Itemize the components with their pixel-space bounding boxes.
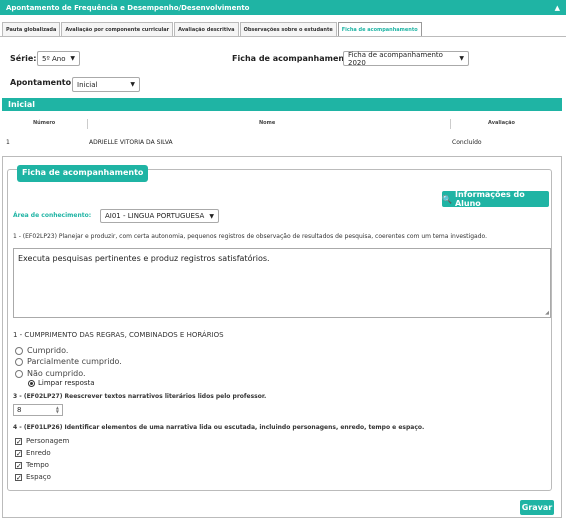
chevron-down-icon: ▼ — [459, 55, 464, 62]
chevron-down-icon: ▼ — [70, 55, 75, 62]
checkbox-enredo[interactable]: ✓ Enredo — [15, 449, 51, 457]
radio-label: Parcialmente cumprido. — [27, 357, 122, 366]
radio-option-nao-cumprido[interactable]: Não cumprido. — [15, 369, 86, 378]
resize-handle-icon[interactable]: ◢ — [545, 310, 549, 316]
column-header-nome: Nome — [259, 120, 276, 126]
column-divider — [450, 119, 451, 129]
radio-label: Cumprido. — [27, 346, 69, 355]
section-title-bar: Inicial — [2, 98, 562, 111]
apontamento-label: Apontamento: — [10, 78, 75, 87]
checkbox-checked-icon[interactable]: ✓ — [15, 461, 22, 469]
ficha-label: Ficha de acompanhamento: — [232, 54, 357, 63]
checkbox-label: Personagem — [26, 437, 70, 445]
radio-option-cumprido[interactable]: Cumprido. — [15, 346, 68, 355]
question-3-value: 8 — [17, 406, 22, 414]
radio-icon[interactable] — [15, 369, 23, 378]
tab-divider — [0, 36, 566, 37]
area-conhecimento-select[interactable]: AI01 - LINGUA PORTUGUESA ▼ — [100, 209, 219, 223]
tab-pauta-globalizada[interactable]: Pauta globalizada — [2, 22, 61, 37]
ficha-legend: Ficha de acompanhamento — [17, 165, 149, 182]
question-2-title: 1 - CUMPRIMENTO DAS REGRAS, COMBINADOS E… — [13, 331, 224, 339]
apontamento-select-value: Inicial — [77, 80, 98, 89]
tab-ficha-acompanhamento[interactable]: Ficha de acompanhamento — [337, 22, 422, 37]
checkbox-checked-icon[interactable]: ✓ — [15, 449, 22, 457]
clear-radio-icon — [28, 379, 35, 387]
radio-icon[interactable] — [15, 357, 23, 366]
column-header-numero: Número — [33, 120, 56, 126]
checkbox-espaco[interactable]: ✓ Espaço — [15, 473, 51, 481]
radio-option-parcialmente-cumprido[interactable]: Parcialmente cumprido. — [15, 357, 122, 366]
table-row[interactable]: 1 ADRIELLE VITORIA DA SILVA Concluído — [2, 136, 562, 150]
column-divider — [87, 119, 88, 129]
window-title-bar: Apontamento de Frequência e Desempenho/D… — [0, 0, 566, 15]
question-1-answer-text: Executa pesquisas pertinentes e produz r… — [18, 254, 270, 263]
checkbox-label: Enredo — [26, 449, 51, 457]
question-3-text: 3 - (EF02LP27) Reescrever textos narrati… — [13, 393, 267, 400]
chevron-down-icon: ▼ — [209, 212, 214, 220]
ficha-select[interactable]: Ficha de acompanhamento 2020 ▼ — [343, 50, 469, 67]
checkbox-checked-icon[interactable]: ✓ — [15, 473, 22, 481]
question-3-stepper[interactable]: 8 ▲ ▼ — [13, 404, 63, 416]
ficha-select-value: Ficha de acompanhamento 2020 — [348, 50, 443, 67]
tab-avaliacao-componente[interactable]: Avaliação por componente curricular — [61, 22, 174, 37]
serie-select[interactable]: 5º Ano ▼ — [37, 51, 80, 66]
tab-avaliacao-descritiva[interactable]: Avaliação descritiva — [174, 22, 239, 37]
question-4-text: 4 - (EF01LP26) Identificar elementos de … — [13, 424, 425, 431]
checkbox-label: Espaço — [26, 473, 51, 481]
chevron-down-icon: ▼ — [130, 81, 135, 88]
window-title: Apontamento de Frequência e Desempenho/D… — [6, 3, 250, 12]
gravar-button[interactable]: Gravar — [520, 500, 554, 515]
informacoes-aluno-label: Informações do Aluno — [454, 190, 525, 208]
serie-select-value: 5º Ano — [42, 54, 66, 63]
tab-bar: Pauta globalizada Avaliação por componen… — [2, 22, 423, 37]
row-numero: 1 — [6, 139, 10, 146]
checkbox-tempo[interactable]: ✓ Tempo — [15, 461, 49, 469]
checkbox-personagem[interactable]: ✓ Personagem — [15, 437, 69, 445]
search-icon: 🔍 — [442, 194, 452, 204]
gravar-label: Gravar — [521, 503, 553, 512]
informacoes-aluno-button[interactable]: 🔍 Informações do Aluno — [442, 190, 549, 208]
stepper-arrows-icon[interactable]: ▲ ▼ — [56, 406, 59, 414]
area-conhecimento-value: AI01 - LINGUA PORTUGUESA — [105, 212, 205, 220]
radio-icon[interactable] — [15, 346, 23, 355]
checkbox-label: Tempo — [26, 461, 49, 469]
collapse-icon[interactable]: ▲ — [555, 4, 560, 12]
area-conhecimento-label: Área de conhecimento: — [13, 212, 92, 219]
table-header: Número Nome Avaliação — [2, 116, 562, 131]
serie-label: Série: — [10, 54, 37, 63]
row-nome: ADRIELLE VITORIA DA SILVA — [89, 139, 173, 146]
radio-label: Não cumprido. — [27, 369, 86, 378]
section-title: Inicial — [8, 100, 36, 109]
limpar-resposta-label: Limpar resposta — [38, 379, 95, 387]
tab-observacoes-estudante[interactable]: Observações sobre o estudante — [239, 22, 337, 37]
question-1-text: 1 - (EF02LP23) Planejar e produzir, com … — [13, 233, 487, 240]
column-header-avaliacao: Avaliação — [488, 120, 515, 126]
checkbox-checked-icon[interactable]: ✓ — [15, 437, 22, 445]
question-1-answer-field[interactable]: Executa pesquisas pertinentes e produz r… — [13, 248, 551, 318]
limpar-resposta-link[interactable]: Limpar resposta — [28, 379, 95, 387]
row-avaliacao: Concluído — [452, 139, 482, 146]
apontamento-select[interactable]: Inicial ▼ — [72, 77, 140, 92]
